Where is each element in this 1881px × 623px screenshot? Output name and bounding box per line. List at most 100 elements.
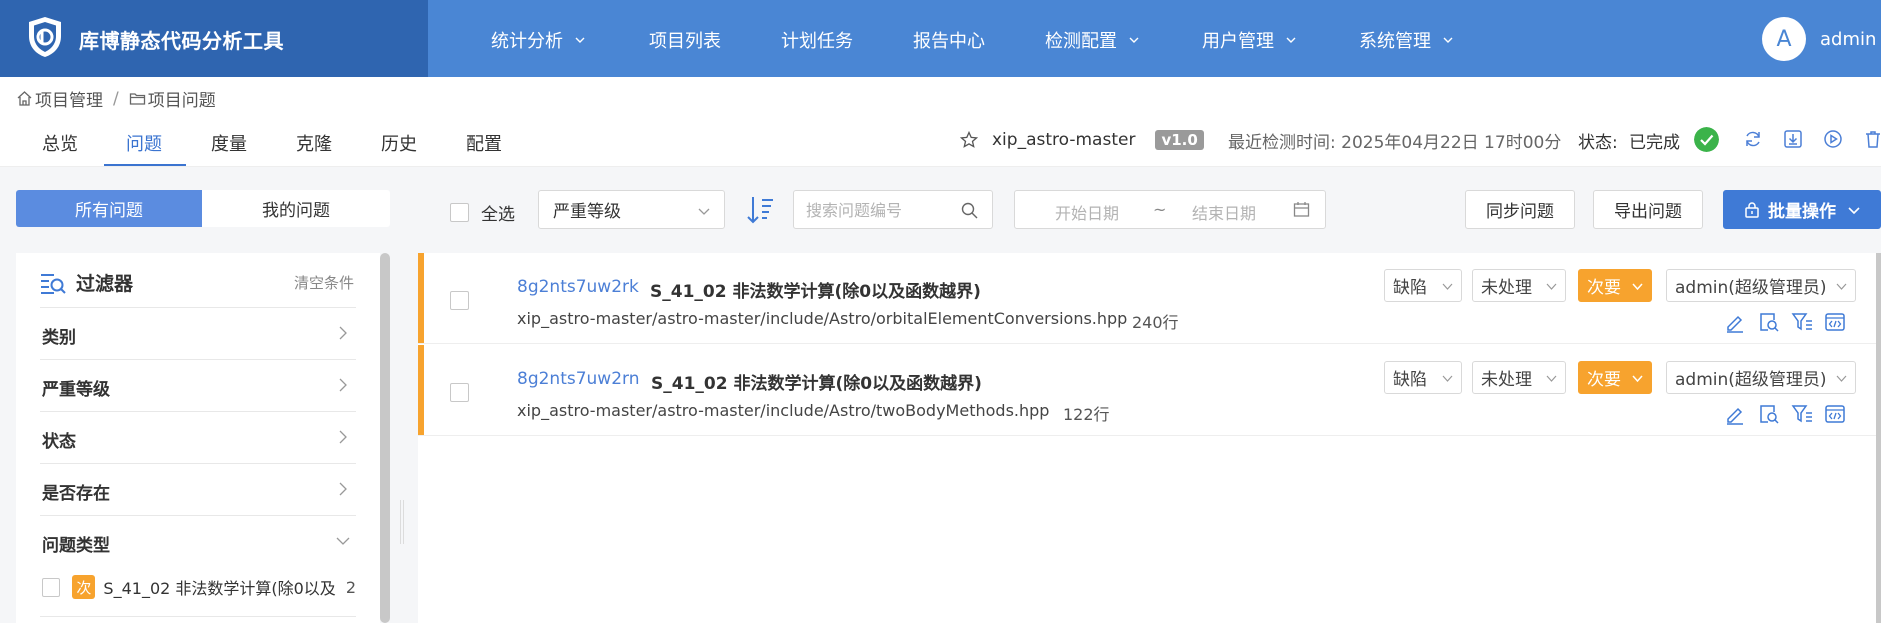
- nav-item-reports[interactable]: 报告中心: [913, 27, 985, 53]
- filter-icon[interactable]: [1791, 403, 1813, 425]
- date-range-picker[interactable]: 开始日期 ~ 结束日期: [1014, 190, 1326, 229]
- severity-select[interactable]: 次要: [1578, 269, 1652, 302]
- status-value: 未处理: [1481, 278, 1532, 298]
- user-menu[interactable]: A admin: [1762, 17, 1881, 61]
- filter-icon[interactable]: [1791, 311, 1813, 333]
- nav-item-projects[interactable]: 项目列表: [649, 27, 721, 53]
- filter-row-label: 严重等级: [42, 380, 110, 400]
- resize-handle[interactable]: [400, 500, 404, 544]
- breadcrumb-home[interactable]: 项目管理: [35, 86, 103, 111]
- start-date-input[interactable]: 开始日期: [1055, 200, 1119, 224]
- play-icon[interactable]: [1823, 129, 1843, 149]
- filter-row-exists[interactable]: 是否存在: [40, 463, 356, 515]
- severity-select[interactable]: 严重等级: [538, 190, 725, 229]
- inspect-icon[interactable]: [1758, 403, 1780, 425]
- edit-icon[interactable]: [1724, 311, 1746, 333]
- shield-logo-icon: [29, 17, 61, 57]
- code-icon[interactable]: [1824, 311, 1846, 333]
- severity-select-placeholder: 严重等级: [553, 202, 621, 222]
- select-all-checkbox[interactable]: [450, 203, 469, 222]
- code-icon[interactable]: [1824, 403, 1846, 425]
- filter-row-label: 是否存在: [42, 484, 110, 504]
- edit-icon[interactable]: [1724, 403, 1746, 425]
- severity-value: 次要: [1587, 370, 1621, 390]
- filter-scrollbar[interactable]: [380, 253, 390, 623]
- severity-select[interactable]: 次要: [1578, 361, 1652, 394]
- delete-icon[interactable]: [1863, 129, 1881, 149]
- filter-option-checkbox[interactable]: [42, 577, 61, 597]
- tab-config[interactable]: 配置: [466, 130, 502, 156]
- filter-header: 过滤器: [40, 269, 133, 296]
- filter-row-severity[interactable]: 严重等级: [40, 359, 356, 411]
- chevron-down-icon: [336, 537, 350, 545]
- search-input[interactable]: [806, 199, 956, 221]
- severity-bar: [418, 253, 424, 343]
- refresh-icon[interactable]: [1743, 129, 1763, 149]
- filter-option-issue-type[interactable]: 次 S_41_02 非法数学计算(除0以及 2: [40, 574, 356, 600]
- status-select[interactable]: 未处理: [1472, 269, 1566, 302]
- all-issues-button[interactable]: 所有问题: [16, 190, 202, 227]
- top-navbar: 库博静态代码分析工具 统计分析 项目列表 计划任务 报告中心 检测配置 用户管理…: [0, 0, 1881, 77]
- nav-item-detect-config[interactable]: 检测配置: [1045, 27, 1139, 53]
- assignee-select[interactable]: admin(超级管理员): [1666, 361, 1856, 394]
- nav-item-user-mgmt[interactable]: 用户管理: [1202, 27, 1296, 53]
- assignee-select[interactable]: admin(超级管理员): [1666, 269, 1856, 302]
- batch-actions-button[interactable]: 批量操作: [1723, 190, 1881, 229]
- chevron-down-icon: [1848, 206, 1860, 214]
- clear-filters-link[interactable]: 清空条件: [294, 272, 354, 293]
- folder-icon: [129, 93, 145, 105]
- batch-actions-label: 批量操作: [1768, 202, 1836, 222]
- filter-list-icon: [41, 273, 66, 294]
- nav-item-system-mgmt[interactable]: 系统管理: [1359, 27, 1453, 53]
- filter-row-status[interactable]: 状态: [40, 411, 356, 463]
- download-icon[interactable]: [1783, 129, 1803, 149]
- tab-issues[interactable]: 问题: [126, 130, 162, 156]
- assignee-value: admin(超级管理员): [1675, 278, 1827, 298]
- inspect-icon[interactable]: [1758, 311, 1780, 333]
- chevron-down-icon: [575, 37, 585, 43]
- category-select[interactable]: 缺陷: [1384, 269, 1462, 302]
- my-issues-button[interactable]: 我的问题: [202, 190, 390, 227]
- chevron-down-icon: [1443, 37, 1453, 43]
- username: admin: [1820, 28, 1877, 50]
- nav-item-schedules[interactable]: 计划任务: [781, 27, 853, 53]
- issue-id-link[interactable]: 8g2nts7uw2rk: [517, 277, 639, 297]
- sync-issues-button[interactable]: 同步问题: [1465, 190, 1575, 229]
- issue-row: 8g2nts7uw2rn S_41_02 非法数学计算(除0以及函数越界) xi…: [418, 345, 1881, 436]
- category-value: 缺陷: [1393, 278, 1427, 298]
- export-issues-button[interactable]: 导出问题: [1593, 190, 1703, 229]
- issue-list-scrollbar[interactable]: [1876, 253, 1881, 623]
- breadcrumb-separator: /: [113, 88, 119, 109]
- search-icon[interactable]: [961, 202, 978, 219]
- project-info: xip_astro-master v1.0: [960, 128, 1204, 152]
- select-all-label: 全选: [481, 205, 515, 225]
- status-select[interactable]: 未处理: [1472, 361, 1566, 394]
- tab-overview[interactable]: 总览: [42, 130, 78, 156]
- sort-descending-icon[interactable]: [745, 194, 775, 226]
- nav-label: 用户管理: [1202, 31, 1274, 52]
- nav-item-statistics[interactable]: 统计分析: [491, 27, 585, 53]
- star-icon[interactable]: [960, 131, 978, 149]
- issue-checkbox[interactable]: [450, 291, 469, 310]
- select-all[interactable]: 全选: [450, 200, 515, 225]
- chevron-right-icon: [339, 378, 347, 392]
- version-badge: v1.0: [1155, 130, 1204, 150]
- category-value: 缺陷: [1393, 370, 1427, 390]
- severity-minor-tag: 次: [72, 575, 96, 599]
- category-select[interactable]: 缺陷: [1384, 361, 1462, 394]
- tab-history[interactable]: 历史: [381, 130, 417, 156]
- home-icon: [17, 91, 32, 106]
- issue-checkbox[interactable]: [450, 383, 469, 402]
- tab-clones[interactable]: 克隆: [296, 130, 332, 156]
- filter-row-category[interactable]: 类别: [40, 307, 356, 359]
- last-check-time: 最近检测时间: 2025年04月22日 17时00分: [1228, 133, 1562, 153]
- filter-row-issue-type[interactable]: 问题类型: [40, 515, 356, 567]
- issue-id-link[interactable]: 8g2nts7uw2rn: [517, 369, 640, 389]
- end-date-input[interactable]: 结束日期: [1192, 200, 1256, 224]
- issue-title: S_41_02 非法数学计算(除0以及函数越界): [650, 282, 981, 302]
- status-label: 状态:: [1578, 133, 1618, 153]
- issue-line: 122行: [1063, 405, 1110, 424]
- chevron-down-icon: [1836, 283, 1847, 290]
- tab-metrics[interactable]: 度量: [211, 130, 247, 156]
- chevron-down-icon: [1442, 375, 1453, 382]
